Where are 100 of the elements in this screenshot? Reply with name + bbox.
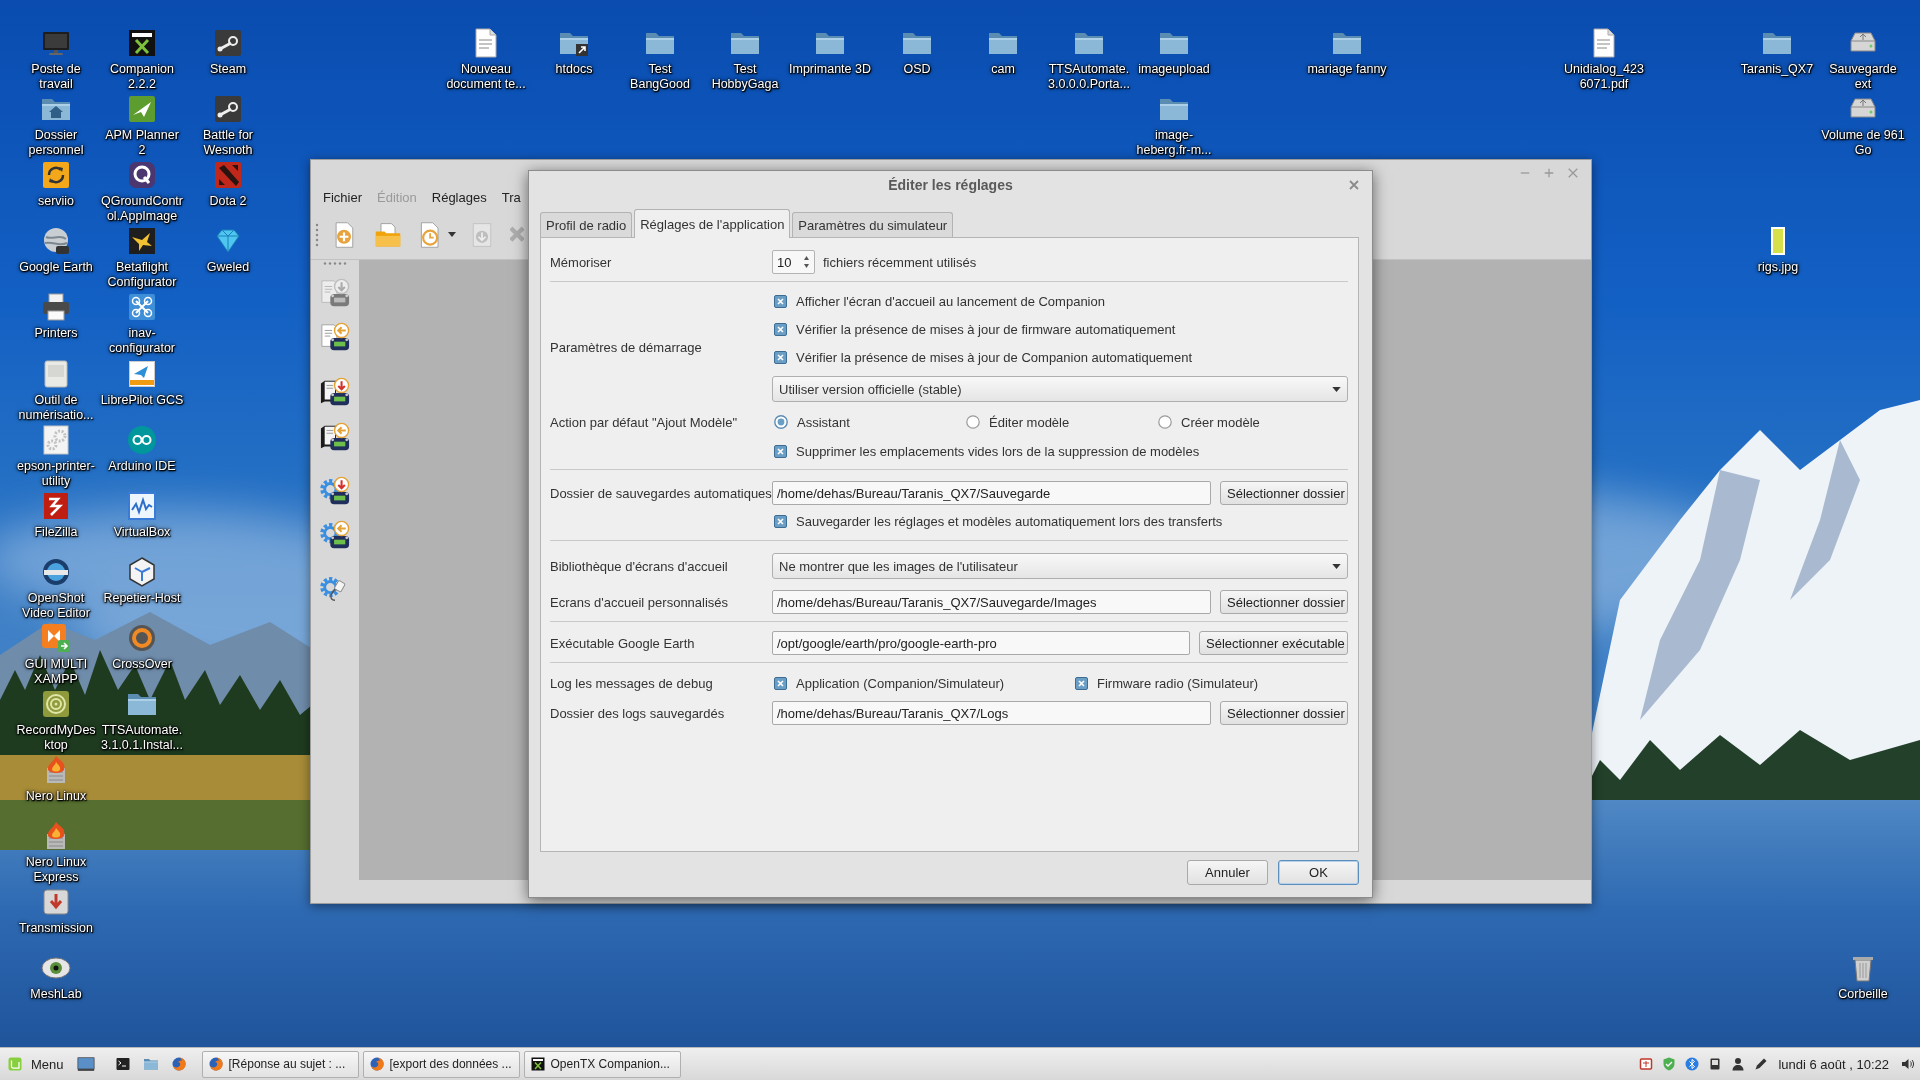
checkbox[interactable] <box>774 322 787 336</box>
checkbox-label[interactable]: Sauvegarder les réglages et modèles automatiquement lors des transferts <box>796 513 1223 529</box>
tab[interactable]: Profil de radio <box>540 212 633 237</box>
shortcut-label[interactable]: Dota 2 <box>209 194 247 209</box>
shortcut-label[interactable]: Imprimante 3D <box>789 62 871 77</box>
shortcut-label[interactable]: serviio <box>37 194 75 209</box>
shortcut-label[interactable]: Nouveau document te... <box>444 62 528 92</box>
shortcut-label[interactable]: Steam <box>209 62 247 77</box>
checkbox-label[interactable]: Afficher l'écran d'accueil au lancement de Companion <box>796 293 1105 309</box>
checkbox-label[interactable]: Firmware radio (Simulateur) <box>1097 675 1259 691</box>
shortcut-label[interactable]: TTSAutomate.3.0.0.0.Porta... <box>1047 62 1131 92</box>
shortcut-label[interactable]: Poste de travail <box>14 62 98 92</box>
checkbox-label[interactable]: Supprimer les emplacements vides lors de la suppression de modèles <box>796 443 1200 459</box>
shortcut-label[interactable]: Transmission <box>19 921 93 936</box>
shield-check-icon[interactable] <box>1661 1056 1678 1072</box>
checkbox[interactable] <box>774 514 787 528</box>
shortcut-label[interactable]: Corbeille <box>1838 987 1888 1002</box>
browse-button[interactable]: Sélectionner exécutable <box>1199 631 1348 655</box>
path-field[interactable]: /opt/google/earth/pro/google-earth-pro <box>772 631 1190 655</box>
path-field[interactable]: /home/dehas/Bureau/Taranis_QX7/Logs <box>772 701 1211 725</box>
path-field[interactable]: /home/dehas/Bureau/Taranis_QX7/Sauvegarde <box>772 481 1211 505</box>
book-radio-left-arrow-icon[interactable] <box>320 422 350 452</box>
shortcut-label[interactable]: MeshLab <box>30 987 82 1002</box>
dialog-button[interactable]: OK <box>1278 860 1359 885</box>
caret-icon[interactable] <box>448 232 456 237</box>
spinbox[interactable]: 10 <box>772 250 815 274</box>
gear-radio-down-arrow-icon[interactable] <box>320 476 350 506</box>
browse-button[interactable]: Sélectionner dossier <box>1220 481 1348 505</box>
shortcut-label[interactable]: Test HobbyGaga <box>703 62 787 92</box>
radio-label[interactable]: Créer modèle <box>1181 414 1260 430</box>
document-radio-left-arrow-icon[interactable] <box>320 322 350 352</box>
dropdown[interactable]: Utiliser version officielle (stable) <box>772 376 1348 402</box>
shortcut-label[interactable]: Taranis_QX7 <box>1740 62 1814 77</box>
shortcut-label[interactable]: Google Earth <box>19 260 93 275</box>
menu-item[interactable]: Fichier <box>323 190 362 205</box>
tab[interactable]: Réglages de l'application <box>634 209 791 238</box>
shortcut-label[interactable]: Printers <box>34 326 78 341</box>
checkbox-label[interactable]: Application (Companion/Simulateur) <box>796 675 1005 691</box>
ring-icon[interactable] <box>126 622 158 654</box>
volume-icon[interactable] <box>1900 1056 1916 1072</box>
close-icon[interactable] <box>1349 180 1359 190</box>
checkbox[interactable] <box>774 444 787 458</box>
path-field[interactable]: /home/dehas/Bureau/Taranis_QX7/Sauvegarde/Images <box>772 590 1211 614</box>
shortcut-label[interactable]: Gweled <box>206 260 250 275</box>
menu-item[interactable]: Réglages <box>431 190 487 205</box>
shortcut-label[interactable]: RecordMyDesktop <box>14 723 98 753</box>
checkbox-label[interactable]: Vérifier la présence de mises à jour de Companion automatiquement <box>796 349 1192 365</box>
plane-tile-icon[interactable] <box>126 358 158 390</box>
tab[interactable]: Paramètres du simulateur <box>792 212 954 237</box>
grip-handle-icon[interactable] <box>323 262 347 265</box>
shortcut-label[interactable]: OpenShot Video Editor <box>14 591 98 621</box>
dropdown[interactable]: Ne montrer que les images de l'utilisateur <box>772 553 1348 579</box>
show-desktop-icon[interactable] <box>75 1054 96 1074</box>
shortcut-label[interactable]: Unidialog_4236071.pdf <box>1562 62 1646 92</box>
shortcut-label[interactable]: Volume de 961 Go <box>1821 128 1905 158</box>
drone-tile-icon[interactable] <box>126 291 158 323</box>
shortcut-label[interactable]: epson-printer-utility <box>14 459 98 489</box>
shortcut-label[interactable]: rigs.jpg <box>1757 260 1799 275</box>
clock-text[interactable]: lundi 6 août , 10:22 <box>1778 1056 1889 1072</box>
number-field[interactable]: 10 <box>773 254 803 270</box>
shortcut-label[interactable]: htdocs <box>555 62 593 77</box>
grip-handle-icon[interactable] <box>315 222 319 247</box>
shortcut-label[interactable]: mariage fanny <box>1307 62 1387 77</box>
shortcut-label[interactable]: Battle for Wesnoth <box>186 128 270 158</box>
shortcut-label[interactable]: inav-configurator <box>100 326 184 356</box>
book-radio-down-arrow-icon[interactable] <box>320 377 350 407</box>
taskbar-window-button[interactable]: OpenTX Companion... <box>523 1050 681 1078</box>
checkbox-label[interactable]: Vérifier la présence de mises à jour de firmware automatiquement <box>796 321 1176 337</box>
shortcut-label[interactable]: Dossier personnel <box>14 128 98 158</box>
box-icon[interactable] <box>1638 1056 1655 1072</box>
down-arrow-box-icon[interactable] <box>40 886 72 918</box>
shortcut-label[interactable]: Arduino IDE <box>108 459 176 474</box>
shortcut-label[interactable]: APM Planner 2 <box>100 128 184 158</box>
checkbox[interactable] <box>1075 676 1088 690</box>
checkbox[interactable] <box>774 350 787 364</box>
spiral-tile-icon[interactable] <box>40 688 72 720</box>
terminal-icon[interactable] <box>114 1056 131 1072</box>
globe-icon[interactable] <box>170 1056 187 1072</box>
shortcut-label[interactable]: OSD <box>903 62 931 77</box>
spin-arrows-icon[interactable] <box>803 254 810 270</box>
shortcut-label[interactable]: Betaflight Configurator <box>100 260 184 290</box>
menu-button[interactable]: Menu <box>4 1050 67 1078</box>
sync-arrows-icon[interactable] <box>40 159 72 191</box>
gear-radio-left-arrow-icon[interactable] <box>320 520 350 550</box>
shortcut-label[interactable]: cam <box>991 62 1015 77</box>
checkbox[interactable] <box>774 294 787 308</box>
radio-button[interactable] <box>774 415 788 429</box>
infinity-icon[interactable] <box>126 424 158 456</box>
radio-button[interactable] <box>1158 415 1172 429</box>
shortcut-label[interactable]: LibrePilot GCS <box>100 393 184 408</box>
emblem-tile-icon[interactable] <box>212 159 244 191</box>
paper-plane-tile-icon[interactable] <box>126 93 158 125</box>
shortcut-label[interactable]: Sauvegarde ext <box>1821 62 1905 92</box>
radio-label[interactable]: Éditer modèle <box>989 414 1070 430</box>
checkbox[interactable] <box>774 676 787 690</box>
browse-button[interactable]: Sélectionner dossier <box>1220 590 1348 614</box>
browse-button[interactable]: Sélectionner dossier <box>1220 701 1348 725</box>
chart-tile-icon[interactable] <box>126 490 158 522</box>
star-tile-icon[interactable] <box>126 225 158 257</box>
bluetooth-icon[interactable] <box>1684 1056 1701 1072</box>
